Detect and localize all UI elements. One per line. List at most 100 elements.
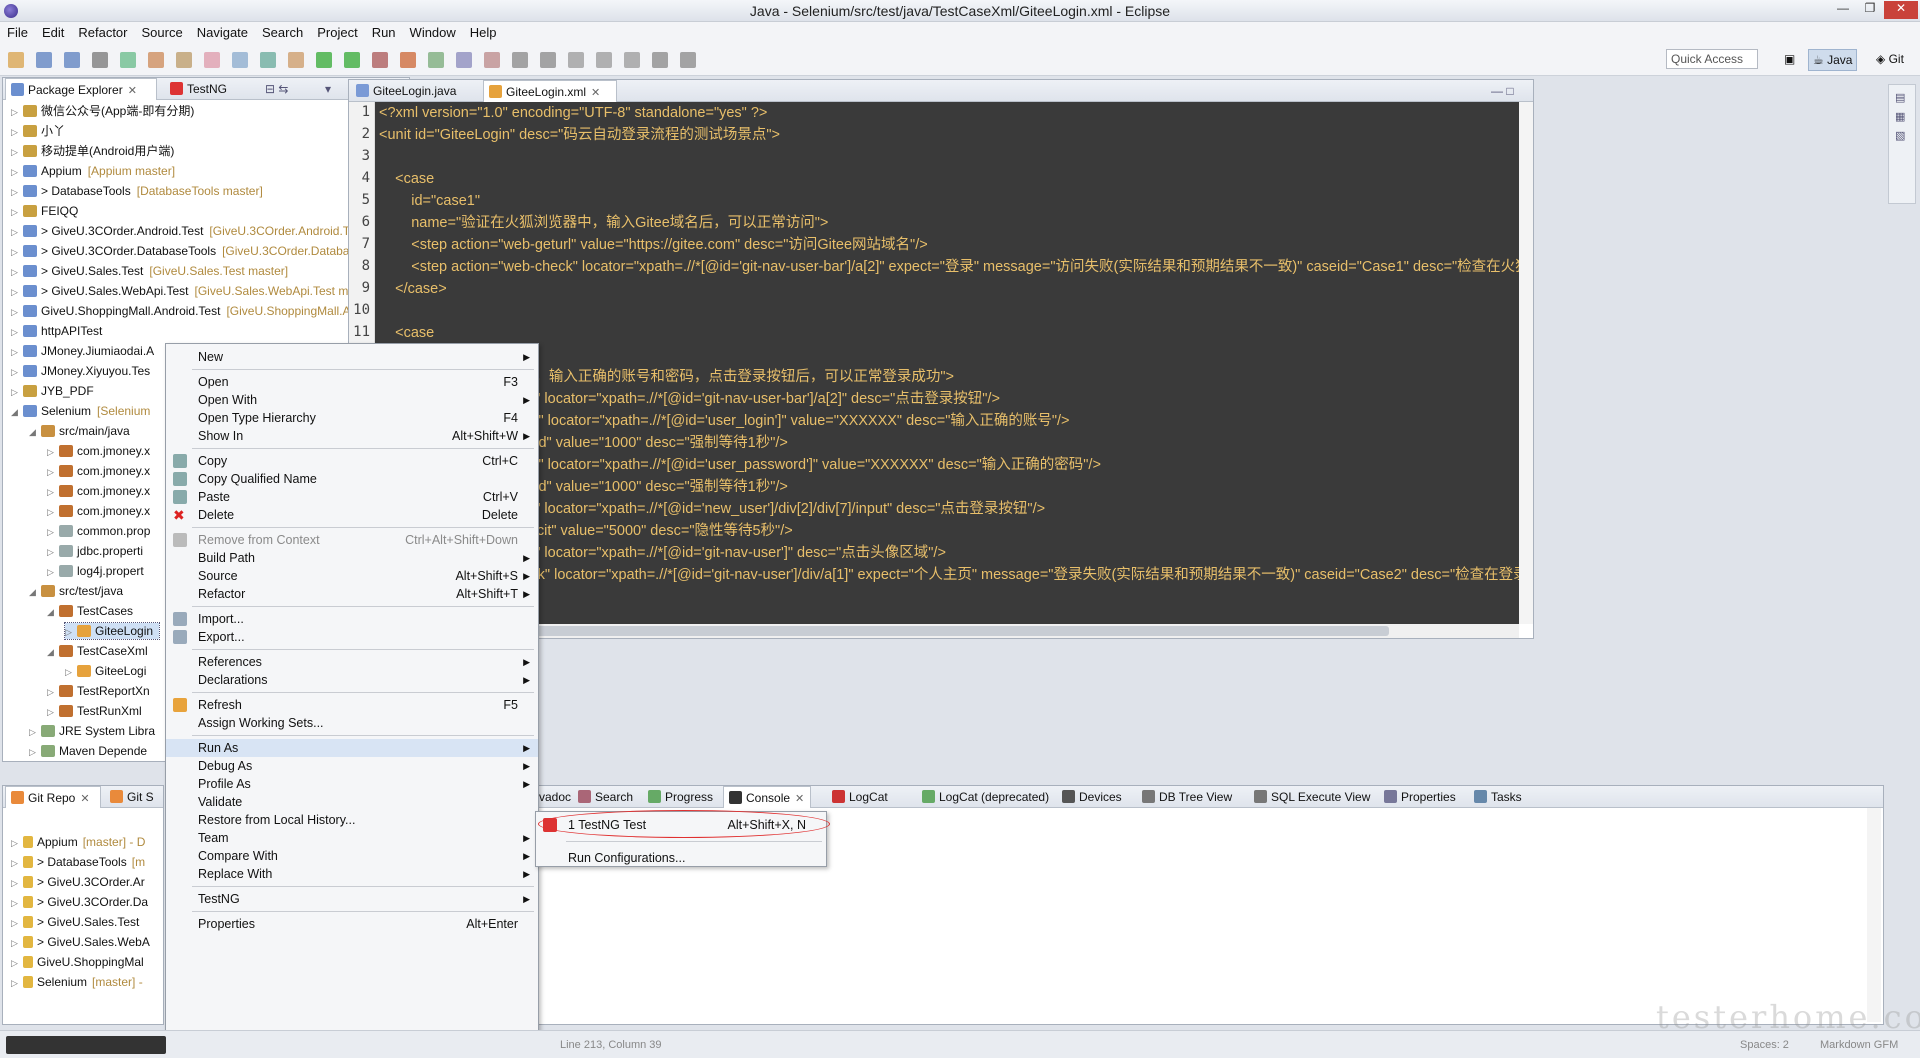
code-line[interactable]: <case (379, 170, 434, 188)
code-line[interactable]: name="验证在火狐浏览器中，输入Gitee域名后，可以正常访问"> (379, 214, 828, 232)
tree-item[interactable]: ◢ src/main/java (29, 423, 136, 439)
tree-item[interactable]: ▷ JMoney.Xiyuyou.Tes (11, 363, 156, 379)
git-repo-item[interactable]: ▷ > GiveU.Sales.WebA (11, 934, 155, 950)
tab-logcat-deprecated[interactable]: LogCat (deprecated) (917, 786, 1055, 808)
close-tab-icon[interactable]: ✕ (795, 793, 804, 805)
tree-item[interactable]: ▷ > GiveU.Sales.Test [GiveU.Sales.Test mas… (11, 263, 288, 279)
code-line[interactable]: <unit id="GiteeLogin" desc="码云自动登录流程的测试场… (379, 126, 780, 144)
git-repo-item[interactable]: ▷ > GiveU.3COrder.Ar (11, 874, 150, 890)
tab-package-explorer[interactable]: Package Explorer ✕ (5, 78, 157, 100)
expand-toggle-icon[interactable]: ▷ (47, 504, 57, 520)
close-tab-icon[interactable]: ✕ (128, 85, 137, 97)
menu-file[interactable]: File (0, 22, 35, 40)
last-edit-icon[interactable] (568, 52, 584, 68)
tree-item[interactable]: ◢ TestCases (47, 603, 139, 619)
next-annotation-icon[interactable] (596, 52, 612, 68)
editor-vertical-scrollbar[interactable] (1519, 102, 1533, 624)
run-config-icon[interactable] (344, 52, 360, 68)
tab-console[interactable]: Console ✕ (723, 786, 812, 808)
menu-item-profile-as[interactable]: Profile As ▶ (166, 775, 538, 793)
menu-item-testng[interactable]: TestNG ▶ (166, 890, 538, 908)
expand-toggle-icon[interactable]: ▷ (11, 284, 21, 300)
ime-toolbar[interactable] (6, 1036, 166, 1054)
tree-item[interactable]: ▷ > GiveU.Sales.WebApi.Test [GiveU.Sales.W… (11, 283, 364, 299)
expand-toggle-icon[interactable]: ◢ (29, 584, 39, 600)
git-repo-item[interactable]: ▷ > GiveU.Sales.Test (11, 914, 144, 930)
tab-devices[interactable]: Devices (1057, 786, 1128, 808)
open-perspective-icon[interactable]: ▣ (1780, 49, 1799, 71)
outline-view-icon[interactable]: ▧ (1895, 129, 1909, 142)
tab-tasks[interactable]: Tasks (1469, 786, 1528, 808)
menu-item-open-type-hierarchy[interactable]: Open Type Hierarchy F4 (166, 409, 538, 427)
menu-run[interactable]: Run (365, 22, 403, 40)
build-icon[interactable] (148, 52, 164, 68)
tree-item[interactable]: ▷ 移动提单(Android用户端) (11, 143, 180, 159)
git-repo-item[interactable]: ▷ Selenium [master] - (11, 974, 143, 990)
menu-item-declarations[interactable]: Declarations ▶ (166, 671, 538, 689)
coverage-icon[interactable] (428, 52, 444, 68)
expand-toggle-icon[interactable]: ▷ (11, 855, 21, 871)
tree-item[interactable]: ◢ src/test/java (29, 583, 129, 599)
expand-toggle-icon[interactable]: ▷ (11, 875, 21, 891)
expand-toggle-icon[interactable]: ▷ (11, 144, 21, 160)
tree-item[interactable]: ▷ > GiveU.3COrder.DatabaseTools [GiveU.3CO… (11, 243, 362, 259)
tree-item[interactable]: ▷ log4j.propert (47, 563, 150, 579)
tree-item[interactable]: ▷ jdbc.properti (47, 543, 149, 559)
open-type-icon[interactable] (260, 52, 276, 68)
expand-toggle-icon[interactable]: ▷ (47, 524, 57, 540)
nav-forward-icon[interactable] (680, 52, 696, 68)
tree-item[interactable]: ▷ GiveU.ShoppingMall.Android.Test [GiveU.S… (11, 303, 357, 319)
new-icon[interactable] (8, 52, 24, 68)
expand-toggle-icon[interactable]: ◢ (47, 604, 57, 620)
menu-item-source[interactable]: Source Alt+Shift+S ▶ (166, 567, 538, 585)
tab-properties[interactable]: Properties (1379, 786, 1462, 808)
view-menu-icon[interactable]: ▾ (321, 78, 337, 100)
expand-toggle-icon[interactable]: ▷ (11, 895, 21, 911)
tree-item[interactable]: ▷ com.jmoney.x (47, 503, 156, 519)
run-configurations[interactable]: Run Configurations... (536, 849, 826, 867)
menu-project[interactable]: Project (310, 22, 364, 40)
expand-toggle-icon[interactable]: ▷ (47, 464, 57, 480)
tree-item[interactable]: ▷ 小丫 (11, 123, 71, 139)
tree-item[interactable]: ▷ common.prop (47, 523, 156, 539)
tree-item[interactable]: ◢ Selenium [Selenium (11, 403, 150, 419)
minimize-button[interactable]: — (1830, 1, 1856, 19)
expand-toggle-icon[interactable]: ▷ (11, 244, 21, 260)
expand-toggle-icon[interactable]: ▷ (11, 344, 21, 360)
menu-item-references[interactable]: References ▶ (166, 653, 538, 671)
menu-window[interactable]: Window (403, 22, 463, 40)
tree-item[interactable]: ▷ 微信公众号(App端-即有分期) (11, 103, 200, 119)
tree-item[interactable]: ▷ JRE System Libra (29, 723, 161, 739)
expand-toggle-icon[interactable]: ▷ (11, 184, 21, 200)
menu-item-paste[interactable]: Paste Ctrl+V (166, 488, 538, 506)
tab-git-staging[interactable]: Git S (105, 786, 165, 808)
expand-toggle-icon[interactable]: ▷ (11, 104, 21, 120)
tree-item[interactable]: ▷ > GiveU.3COrder.Android.Test [GiveU.3COr… (11, 223, 355, 239)
menu-edit[interactable]: Edit (35, 22, 71, 40)
collapse-all-icon[interactable]: ⊟ ⇆ (261, 78, 294, 100)
expand-toggle-icon[interactable]: ◢ (11, 404, 21, 420)
tree-item[interactable]: ▷ TestReportXn (47, 683, 156, 699)
debug-icon[interactable] (372, 52, 388, 68)
expand-toggle-icon[interactable]: ▷ (11, 124, 21, 140)
tab-progress[interactable]: Progress (643, 786, 719, 808)
close-tab-icon[interactable]: ✕ (80, 793, 89, 805)
expand-toggle-icon[interactable]: ◢ (29, 424, 39, 440)
expand-toggle-icon[interactable]: ▷ (11, 975, 21, 991)
code-line[interactable]: p action="web-check" locator="xpath=.//*… (379, 566, 1519, 584)
tree-item[interactable]: ▷ com.jmoney.x (47, 483, 156, 499)
search-icon[interactable] (288, 52, 304, 68)
expand-toggle-icon[interactable]: ▷ (29, 724, 39, 740)
tab-db-tree-view[interactable]: DB Tree View (1137, 786, 1238, 808)
git-repo-item[interactable]: ▷ Appium [master] - D (11, 834, 145, 850)
forward-icon[interactable] (540, 52, 556, 68)
menu-item-validate[interactable]: Validate (166, 793, 538, 811)
close-button[interactable]: ✕ (1884, 1, 1918, 19)
tab-git-repo[interactable]: Git Repo ✕ (5, 786, 101, 808)
open-perspective-icon[interactable] (484, 52, 500, 68)
menu-item-restore-from-local-history[interactable]: Restore from Local History... (166, 811, 538, 829)
git-repo-item[interactable]: ▷ > DatabaseTools [m (11, 854, 145, 870)
menu-item-open-with[interactable]: Open With ▶ (166, 391, 538, 409)
new-class-icon[interactable] (232, 52, 248, 68)
save-icon[interactable] (36, 52, 52, 68)
